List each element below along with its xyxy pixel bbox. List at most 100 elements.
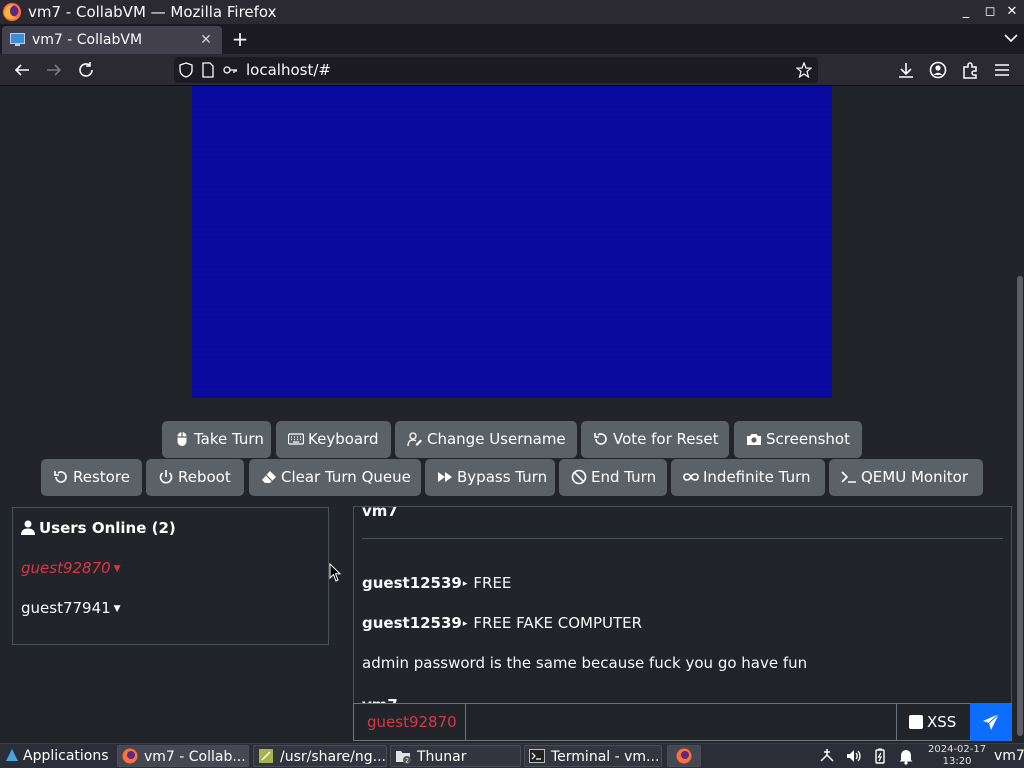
caret-down-icon: ▼ <box>113 564 121 574</box>
user-list-item[interactable]: guest77941 ▼ <box>21 598 121 619</box>
chat-log[interactable]: vm7 guest12539▸ FREE guest12539▸ FREE FAKE… <box>353 506 1012 706</box>
url-text[interactable]: localhost/# <box>246 60 331 80</box>
chat-vm-name: vm7 <box>362 506 398 520</box>
users-online-panel: Users Online (2) guest92870 ▼ guest77941 ▼ <box>12 507 329 645</box>
chat-text: admin password is the same because fuck … <box>362 654 808 672</box>
network-icon[interactable] <box>818 747 836 765</box>
volume-icon[interactable] <box>845 747 863 765</box>
text-editor-icon <box>259 749 273 763</box>
taskbar-launcher-firefox[interactable] <box>667 745 701 767</box>
chat-input-username[interactable]: guest92870 <box>354 704 466 740</box>
user-list-item-self[interactable]: guest92870 ▼ <box>21 558 121 579</box>
vote-for-reset-button[interactable]: Vote for Reset <box>581 421 729 458</box>
end-turn-button[interactable]: End Turn <box>559 459 667 496</box>
new-tab-button[interactable]: + <box>229 28 251 50</box>
caret-down-icon: ▼ <box>113 604 121 614</box>
terminal-icon <box>529 749 545 763</box>
forward-button[interactable] <box>43 59 65 81</box>
puzzle-icon <box>963 62 977 79</box>
infinity-icon <box>683 473 699 481</box>
taskbar-window-thunar[interactable]: 2 Thunar <box>390 745 521 767</box>
clock-date: 2024-02-17 <box>928 744 987 755</box>
folder-icon: 2 <box>396 751 411 764</box>
paper-plane-icon <box>983 713 1000 730</box>
xss-toggle[interactable]: XSS <box>896 704 970 740</box>
applications-menu[interactable]: Applications <box>0 745 114 767</box>
shield-icon[interactable] <box>178 62 194 78</box>
page-icon[interactable] <box>200 62 216 78</box>
chat-divider <box>362 538 1003 539</box>
monitor-icon <box>10 33 25 46</box>
arrow-left-icon <box>14 64 29 76</box>
window-titlebar: vm7 - CollabVM — Mozilla Firefox _ ◻ ✕ <box>0 0 1024 24</box>
window-title: vm7 - CollabVM — Mozilla Firefox <box>28 3 277 21</box>
change-username-button[interactable]: Change Username <box>395 421 577 458</box>
page-scrollbar[interactable] <box>1017 276 1023 736</box>
close-tab-icon[interactable]: ✕ <box>196 30 216 50</box>
ban-icon <box>571 469 587 485</box>
chat-message: guest12539▸ FREE FAKE COMPUTER <box>362 613 642 634</box>
bypass-turn-button[interactable]: Bypass Turn <box>425 459 555 496</box>
hamburger-icon <box>995 64 1009 76</box>
star-icon[interactable] <box>796 62 812 78</box>
mouse-cursor-icon <box>329 563 342 582</box>
take-turn-button[interactable]: Take Turn <box>162 421 271 458</box>
caret-right-icon: ▸ <box>462 579 468 589</box>
close-window-button[interactable]: ✕ <box>1003 3 1021 21</box>
forward-icon <box>438 472 452 482</box>
account-icon <box>929 61 947 79</box>
page-content: Take Turn Keyboard Change Username Vote … <box>0 86 1024 743</box>
taskbar-window-editor[interactable]: /usr/share/ng... <box>253 745 387 767</box>
clear-turn-queue-button[interactable]: Clear Turn Queue <box>249 459 421 496</box>
rotate-left-icon <box>54 471 67 483</box>
tab-collabvm[interactable]: vm7 - CollabVM ✕ <box>2 26 222 54</box>
download-icon <box>899 63 913 78</box>
mouse-icon <box>177 432 187 446</box>
notification-bell-icon[interactable] <box>897 747 915 765</box>
firefox-icon <box>676 748 692 764</box>
xfce-icon <box>6 749 18 761</box>
workspace-label[interactable]: vm7 <box>994 745 1024 767</box>
terminal-icon <box>841 471 856 483</box>
taskbar-window-terminal[interactable]: Terminal - vm... <box>524 745 662 767</box>
chat-message-input[interactable] <box>467 704 895 740</box>
screenshot-button[interactable]: Screenshot <box>734 421 862 458</box>
chat-text: FREE FAKE COMPUTER <box>473 614 643 632</box>
restore-button[interactable]: Restore <box>41 459 142 496</box>
navigation-bar: localhost/# <box>0 54 1024 86</box>
minimize-button[interactable]: _ <box>957 3 975 21</box>
clock[interactable]: 2024-02-17 13:20 <box>928 744 986 768</box>
menu-button[interactable] <box>991 59 1013 81</box>
chat-message: admin password is the same because fuck … <box>362 653 807 673</box>
user-icon <box>21 520 35 535</box>
downloads-button[interactable] <box>895 59 917 81</box>
rotate-left-icon <box>594 433 607 445</box>
qemu-monitor-button[interactable]: QEMU Monitor <box>829 459 983 496</box>
chat-input-group: guest92870 XSS <box>353 703 1012 741</box>
taskbar: Applications vm7 - Collab... /usr/share/… <box>0 743 1024 768</box>
checkbox-icon[interactable] <box>909 715 923 729</box>
firefox-icon <box>3 3 21 21</box>
battery-icon[interactable] <box>871 747 889 765</box>
camera-icon <box>747 434 761 445</box>
vm-display[interactable] <box>192 86 832 398</box>
account-button[interactable] <box>927 59 949 81</box>
indefinite-turn-button[interactable]: Indefinite Turn <box>671 459 825 496</box>
users-online-heading: Users Online (2) <box>21 518 176 538</box>
chat-username: guest12539 <box>362 614 462 632</box>
chevron-down-icon[interactable] <box>1002 29 1020 47</box>
key-icon[interactable] <box>222 62 238 78</box>
extensions-button[interactable] <box>959 59 981 81</box>
chat-text: FREE <box>473 574 512 592</box>
maximize-button[interactable]: ◻ <box>981 3 999 21</box>
caret-right-icon: ▸ <box>462 619 468 629</box>
user-pen-icon <box>407 432 422 447</box>
reload-button[interactable] <box>75 59 97 81</box>
taskbar-window-firefox[interactable]: vm7 - Collab... <box>117 745 249 767</box>
keyboard-icon <box>288 433 304 445</box>
url-bar[interactable]: localhost/# <box>174 57 818 83</box>
send-button[interactable] <box>970 703 1012 741</box>
keyboard-button[interactable]: Keyboard <box>276 421 391 458</box>
back-button[interactable] <box>11 59 33 81</box>
reboot-button[interactable]: Reboot <box>146 459 244 496</box>
